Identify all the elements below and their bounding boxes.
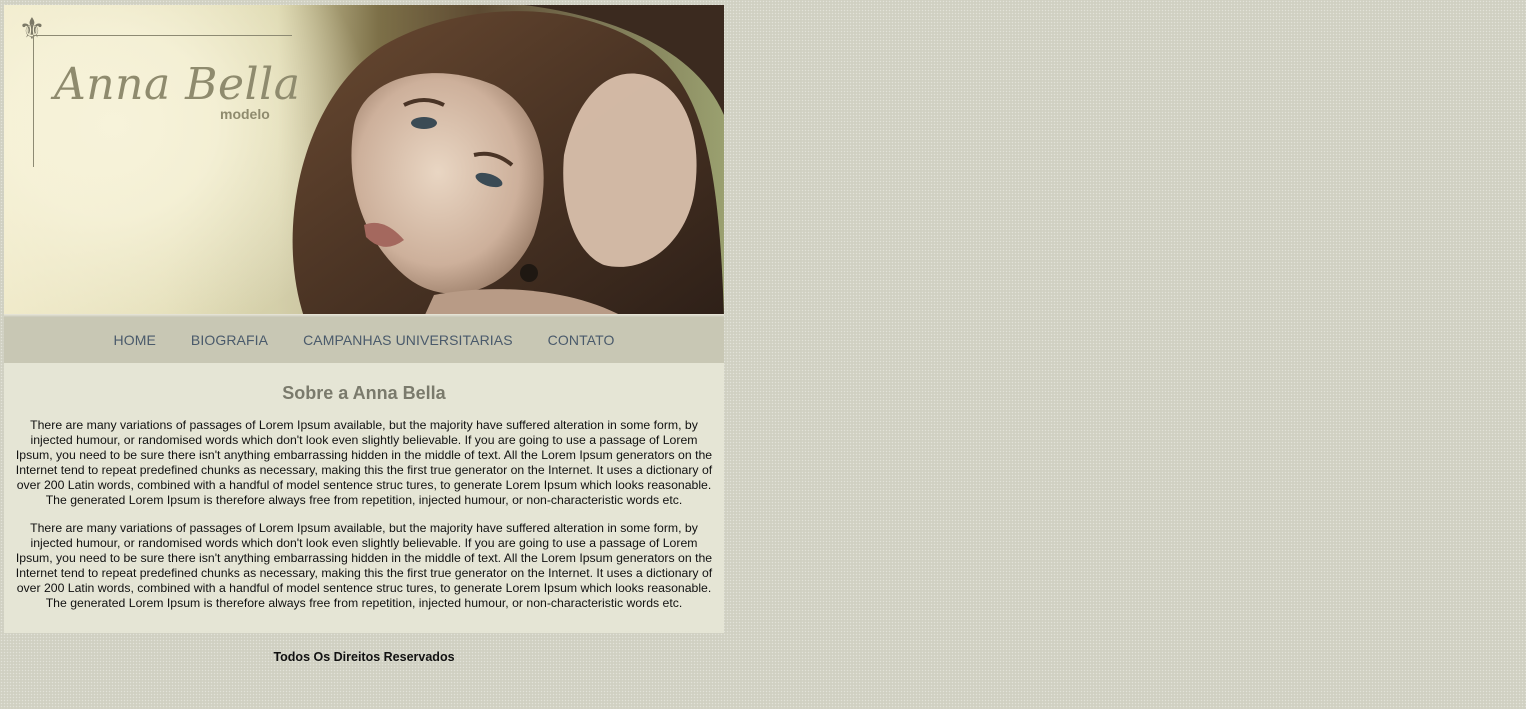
model-photo (292, 5, 724, 317)
logo-frame-horizontal (33, 35, 292, 36)
nav-item-contato[interactable]: CONTATO (530, 317, 632, 363)
nav-item-biografia[interactable]: BIOGRAFIA (173, 317, 285, 363)
nav-item-campanhas-universitarias[interactable]: CAMPANHAS UNIVERSITARIAS (286, 317, 531, 363)
page-title: Sobre a Anna Bella (282, 383, 446, 403)
header-banner: ⚜ Anna Bella modelo (4, 5, 724, 317)
logo-name: Anna Bella (54, 59, 301, 110)
fleur-de-lis-icon: ⚜ (18, 13, 46, 46)
page-wrapper: ⚜ Anna Bella modelo HOME BIOGRAFIA CAMPA… (4, 5, 724, 664)
footer-text: Todos Os Direitos Reservados (273, 650, 455, 664)
main-nav: HOME BIOGRAFIA CAMPANHAS UNIVERSITARIAS … (4, 317, 724, 363)
content-paragraph: There are many variations of passages of… (15, 418, 713, 507)
logo-subtitle: modelo (220, 106, 270, 122)
logo-frame-vertical (33, 35, 34, 167)
content-paragraph: There are many variations of passages of… (15, 521, 713, 610)
main-content: Sobre a Anna Bella There are many variat… (4, 363, 724, 633)
nav-item-home[interactable]: HOME (96, 317, 173, 363)
